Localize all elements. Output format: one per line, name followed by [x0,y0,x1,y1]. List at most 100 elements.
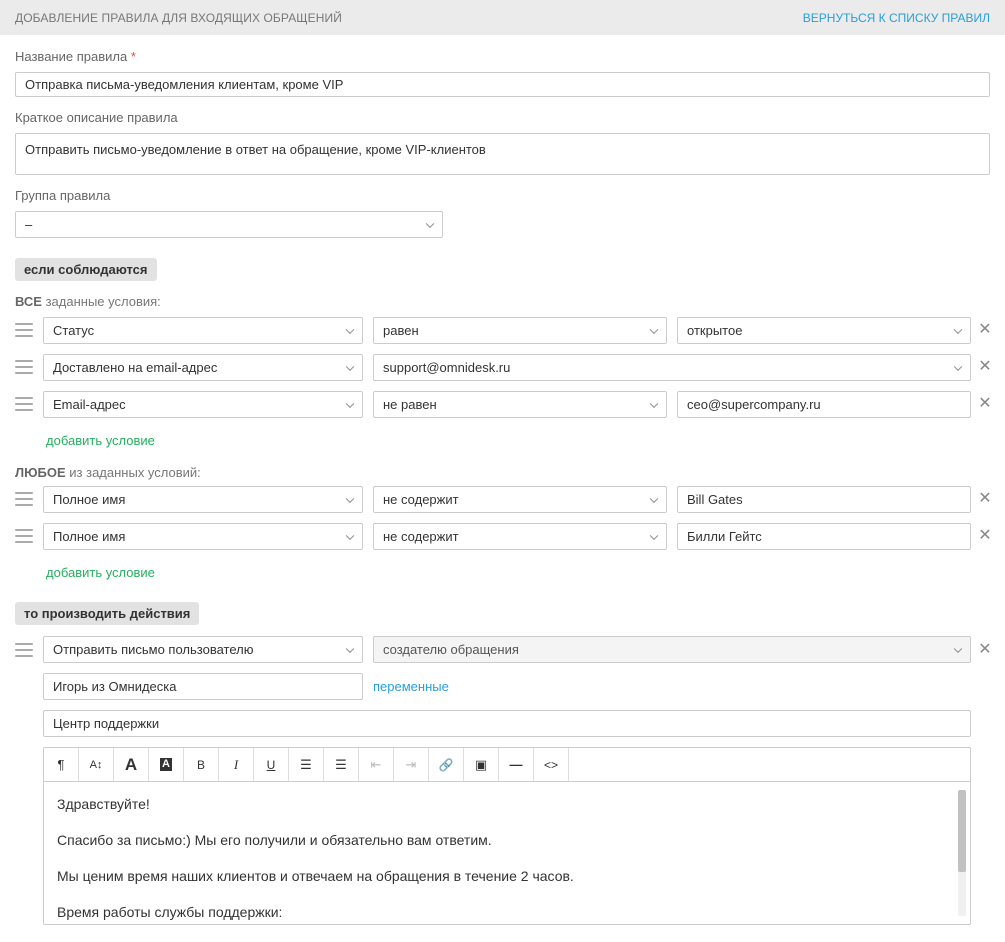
drag-handle-icon[interactable] [15,643,33,657]
link-icon: 🔗 [438,757,454,772]
remove-condition-icon[interactable]: ✕ [978,491,992,507]
rule-name-input[interactable]: Отправка письма-уведомления клиентам, кр… [15,72,990,97]
toolbar-button[interactable]: ☰ [324,748,359,781]
chevron-down-icon [345,494,355,503]
variables-link[interactable]: переменные [373,679,449,694]
editor-toolbar: ¶ A↕ A A B I U ☰ ☰ ⇤ ⇥ 🔗 ▣ — <> [44,748,970,782]
required-mark: * [130,49,136,64]
condition-operator-select[interactable]: не содержит [373,486,667,513]
chevron-down-icon [345,644,355,653]
drag-handle-icon[interactable] [15,323,33,337]
email-subject-input[interactable]: Центр поддержки [43,710,971,737]
chevron-down-icon [649,494,659,503]
condition-operator-value: равен [383,323,419,338]
sender-name-input[interactable]: Игорь из Омнидеска [43,673,363,700]
toolbar-button[interactable]: ⇤ [359,748,394,781]
chevron-down-icon [649,531,659,540]
condition-value-input[interactable]: Билли Гейтс [677,523,971,550]
toolbar-button[interactable]: ¶ [44,748,79,781]
chevron-down-icon [649,399,659,408]
toolbar-button[interactable]: I [219,748,254,781]
remove-action-icon[interactable]: ✕ [978,642,992,658]
all-conditions-label: ВСЕ заданные условия: [15,294,161,309]
bold-icon: B [196,757,205,772]
condition-operator-select[interactable]: не равен [373,391,667,418]
editor-line: Здравствуйте! [57,796,150,812]
drag-handle-icon[interactable] [15,397,33,411]
chevron-down-icon [345,399,355,408]
toolbar-button[interactable]: <> [534,748,569,781]
remove-condition-icon[interactable]: ✕ [978,322,992,338]
remove-condition-icon[interactable]: ✕ [978,396,992,412]
chevron-down-icon [345,362,355,371]
condition-value-input[interactable]: Bill Gates [677,486,971,513]
condition-operator-select[interactable]: support@omnidesk.ru [373,354,971,381]
condition-value-select[interactable]: открытое [677,317,971,344]
toolbar-button[interactable]: B [184,748,219,781]
background-color-icon: A [160,758,172,771]
condition-field-value: Email-адрес [53,397,126,412]
back-to-rules-link[interactable]: ВЕРНУТЬСЯ К СПИСКУ ПРАВИЛ [803,11,990,25]
condition-field-select[interactable]: Полное имя [43,486,363,513]
chevron-down-icon [953,325,963,334]
action-type-select[interactable]: Отправить письмо пользователю [43,636,363,663]
toolbar-button[interactable]: — [499,748,534,781]
drag-handle-icon[interactable] [15,360,33,374]
editor-scrollbar-thumb[interactable] [958,790,966,872]
rule-group-select[interactable]: – [15,211,443,238]
code-icon: <> [543,757,558,772]
condition-value: ceo@supercompany.ru [687,397,821,412]
condition-operator-select[interactable]: равен [373,317,667,344]
add-condition-link[interactable]: добавить условие [46,433,155,448]
paragraph-icon: ¶ [57,757,65,772]
font-size-icon: A↕ [89,758,103,771]
add-condition-link[interactable]: добавить условие [46,565,155,580]
editor-line: Время работы службы поддержки: [57,904,283,920]
condition-value-input[interactable]: ceo@supercompany.ru [677,391,971,418]
actions-badge: то производить действия [15,602,200,625]
image-icon: ▣ [474,756,488,772]
action-recipient-value: создателю обращения [383,642,519,657]
conditions-badge: если соблюдаются [15,258,157,281]
condition-field-value: Полное имя [53,492,126,507]
page-header: ДОБАВЛЕНИЕ ПРАВИЛА ДЛЯ ВХОДЯЩИХ ОБРАЩЕНИ… [0,0,1005,35]
condition-operator-value: support@omnidesk.ru [383,360,511,375]
toolbar-button[interactable]: A↕ [79,748,114,781]
editor-scrollbar[interactable] [958,790,966,916]
any-conditions-label: ЛЮБОЕ из заданных условий: [15,465,201,480]
rule-group-label: Группа правила [15,188,111,203]
chevron-down-icon [425,219,435,228]
toolbar-button[interactable]: U [254,748,289,781]
condition-field-value: Доставлено на email-адрес [53,360,218,375]
drag-handle-icon[interactable] [15,529,33,543]
toolbar-button[interactable]: 🔗 [429,748,464,781]
toolbar-button[interactable]: ☰ [289,748,324,781]
remove-condition-icon[interactable]: ✕ [978,359,992,375]
toolbar-button[interactable]: A [149,748,184,781]
toolbar-button[interactable]: A [114,748,149,781]
condition-field-select[interactable]: Полное имя [43,523,363,550]
action-recipient-select[interactable]: создателю обращения [373,636,971,663]
rule-group-value: – [25,217,33,232]
chevron-down-icon [649,325,659,334]
rule-description-label: Краткое описание правила [15,110,178,125]
email-body-editor[interactable]: ¶ A↕ A A B I U ☰ ☰ ⇤ ⇥ 🔗 ▣ — <> Здравствуйте! Спасибо … [43,747,971,925]
condition-operator-value: не содержит [383,492,459,507]
page-title: ДОБАВЛЕНИЕ ПРАВИЛА ДЛЯ ВХОДЯЩИХ ОБРАЩЕНИ… [15,11,342,25]
condition-field-select[interactable]: Email-адрес [43,391,363,418]
indent-icon: ⇥ [405,756,417,772]
rule-description-textarea[interactable]: Отправить письмо-уведомление в ответ на … [15,133,990,175]
drag-handle-icon[interactable] [15,492,33,506]
underline-icon: U [266,757,276,772]
condition-operator-value: не равен [383,397,437,412]
condition-field-value: Статус [53,323,95,338]
toolbar-button[interactable]: ▣ [464,748,499,781]
condition-value: открытое [687,323,743,338]
condition-operator-select[interactable]: не содержит [373,523,667,550]
condition-field-select[interactable]: Статус [43,317,363,344]
condition-field-select[interactable]: Доставлено на email-адрес [43,354,363,381]
toolbar-button[interactable]: ⇥ [394,748,429,781]
rule-description-value: Отправить письмо-уведомление в ответ на … [25,142,486,157]
numbered-list-icon: ☰ [335,756,347,772]
remove-condition-icon[interactable]: ✕ [978,528,992,544]
